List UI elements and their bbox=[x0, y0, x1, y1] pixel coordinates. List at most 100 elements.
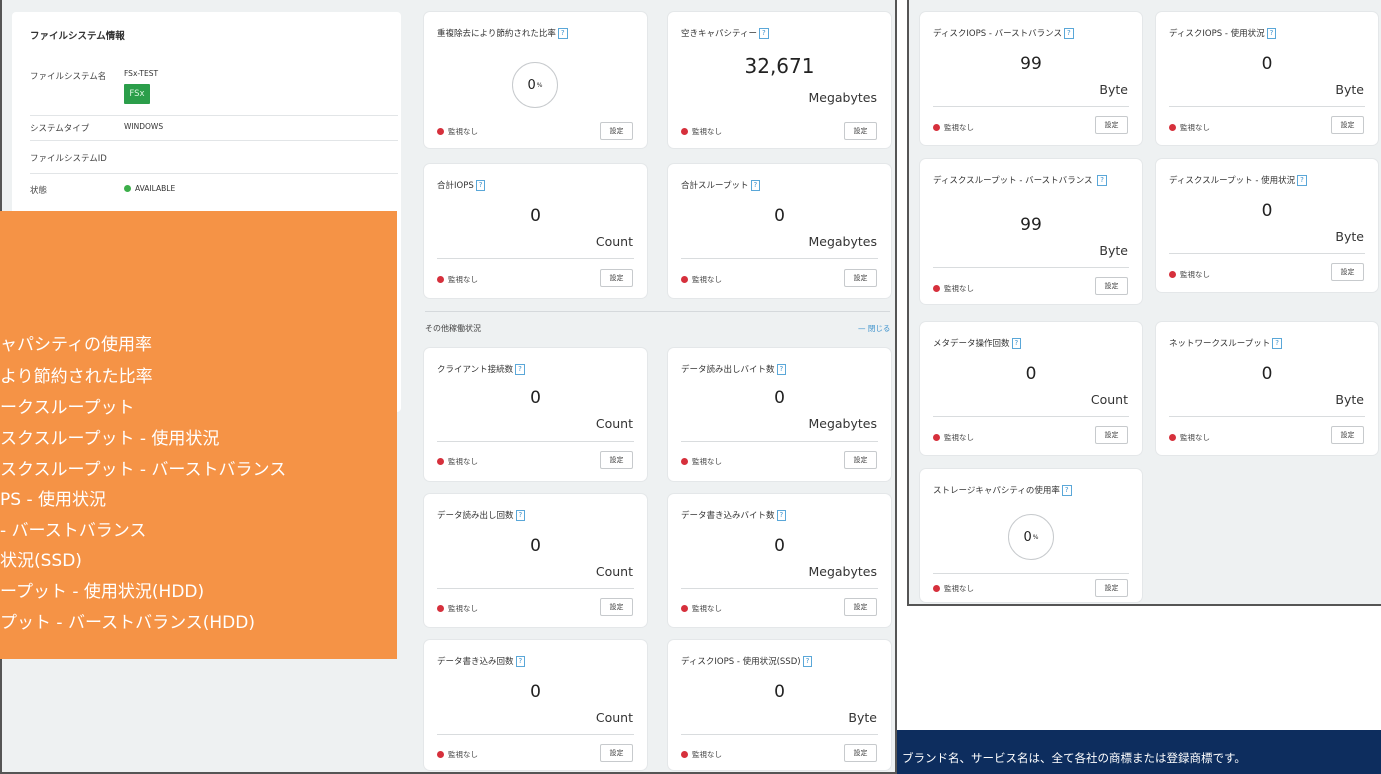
metric-card-dedup-ratio: 重複除去により節約された比率? 0% 監視なし 設定 bbox=[424, 12, 647, 148]
help-icon[interactable]: ? bbox=[1266, 28, 1277, 39]
overlay-item: スクスループット - バーストバランス bbox=[0, 460, 287, 480]
settings-button[interactable]: 設定 bbox=[1095, 426, 1128, 444]
overlay-item: PS - 使用状況 bbox=[0, 490, 106, 510]
help-icon[interactable]: ? bbox=[802, 656, 813, 667]
status-label: 監視なし bbox=[944, 123, 974, 132]
card-divider bbox=[1169, 253, 1365, 254]
monitor-status: 監視なし bbox=[681, 456, 722, 467]
overlay-item: ープット - 使用状況(HDD) bbox=[0, 582, 205, 602]
metric-unit: Count bbox=[595, 564, 633, 579]
unmonitored-status-icon bbox=[933, 285, 940, 292]
card-divider bbox=[437, 734, 634, 735]
monitor-status: 監視なし bbox=[933, 432, 974, 443]
unmonitored-status-icon bbox=[681, 128, 688, 135]
settings-button[interactable]: 設定 bbox=[1331, 116, 1364, 134]
metric-unit: Megabytes bbox=[808, 90, 877, 105]
settings-button[interactable]: 設定 bbox=[600, 269, 633, 287]
metric-card-metadata-operations: メタデータ操作回数? 0 Count 監視なし 設定 bbox=[920, 322, 1142, 455]
card-title: 重複除去により節約された比率 bbox=[437, 29, 556, 39]
fsx-logo-icon: FSx bbox=[124, 84, 150, 104]
info-label-fs-id: ファイルシステムID bbox=[30, 154, 107, 164]
metric-card-client-connections: クライアント接続数? 0 Count 監視なし 設定 bbox=[424, 348, 647, 481]
info-value-state: AVAILABLE bbox=[124, 184, 175, 193]
available-status-icon bbox=[124, 185, 131, 192]
metric-unit: Count bbox=[595, 416, 633, 431]
help-icon[interactable]: ? bbox=[515, 510, 526, 521]
settings-button[interactable]: 設定 bbox=[1331, 426, 1364, 444]
help-icon[interactable]: ? bbox=[1011, 338, 1022, 349]
metric-unit: Byte bbox=[1099, 82, 1128, 97]
overlay-item: 状況(SSD) bbox=[0, 551, 82, 571]
help-icon[interactable]: ? bbox=[776, 364, 787, 375]
settings-button[interactable]: 設定 bbox=[1095, 116, 1128, 134]
help-icon[interactable]: ? bbox=[759, 28, 769, 39]
settings-button[interactable]: 設定 bbox=[1095, 277, 1128, 295]
overlay-item: - バーストバランス bbox=[0, 521, 147, 541]
help-icon[interactable]: ? bbox=[1097, 175, 1107, 186]
unmonitored-status-icon bbox=[437, 751, 444, 758]
help-icon[interactable]: ? bbox=[515, 656, 526, 667]
settings-button[interactable]: 設定 bbox=[1095, 579, 1128, 597]
card-title: 合計IOPS bbox=[437, 181, 474, 191]
settings-button[interactable]: 設定 bbox=[844, 598, 877, 616]
help-icon[interactable]: ? bbox=[515, 364, 525, 375]
help-icon[interactable]: ? bbox=[475, 180, 486, 191]
settings-button[interactable]: 設定 bbox=[844, 122, 877, 140]
help-icon[interactable]: ? bbox=[1061, 485, 1072, 496]
settings-button[interactable]: 設定 bbox=[600, 598, 633, 616]
metric-value: 32,671 bbox=[744, 54, 815, 78]
monitor-status: 監視なし bbox=[437, 749, 478, 760]
metric-value: 0 bbox=[774, 206, 785, 226]
settings-button[interactable]: 設定 bbox=[1331, 263, 1364, 281]
settings-button[interactable]: 設定 bbox=[600, 744, 633, 762]
gauge-value: 0 bbox=[1023, 529, 1032, 545]
settings-button[interactable]: 設定 bbox=[600, 451, 633, 469]
collapse-toggle[interactable]: — 閉じる bbox=[858, 323, 890, 334]
metric-value: 0 bbox=[530, 536, 541, 556]
info-label-system-type: システムタイプ bbox=[30, 124, 90, 134]
card-title: ディスクIOPS - 使用状況 bbox=[1169, 29, 1265, 39]
monitor-status: 監視なし bbox=[437, 456, 478, 467]
unmonitored-status-icon bbox=[1169, 124, 1176, 131]
info-value-fs-name: FSx-TEST bbox=[124, 69, 159, 78]
card-title: 空きキャパシティー bbox=[681, 29, 757, 39]
settings-button[interactable]: 設定 bbox=[844, 451, 877, 469]
help-icon[interactable]: ? bbox=[776, 510, 787, 521]
monitor-status: 監視なし bbox=[437, 274, 478, 285]
status-label: 監視なし bbox=[944, 584, 974, 593]
help-icon[interactable]: ? bbox=[1297, 175, 1307, 186]
help-icon[interactable]: ? bbox=[1272, 338, 1282, 349]
unmonitored-status-icon bbox=[1169, 271, 1176, 278]
card-title: ストレージキャパシティの使用率 bbox=[933, 486, 1060, 496]
card-title: データ書き込みバイト数 bbox=[681, 511, 775, 521]
card-title: 合計スループット bbox=[681, 181, 749, 191]
help-icon[interactable]: ? bbox=[557, 28, 568, 39]
monitor-status: 監視なし bbox=[437, 126, 478, 137]
help-icon[interactable]: ? bbox=[750, 180, 761, 191]
metric-unit: Byte bbox=[1335, 82, 1364, 97]
secondary-dashboard-window: ディスクIOPS - バーストバランス? 99 Byte 監視なし 設定 ディス… bbox=[907, 0, 1381, 606]
metric-card-data-read-count: データ読み出し回数? 0 Count 監視なし 設定 bbox=[424, 494, 647, 627]
status-label: 監視なし bbox=[692, 750, 722, 759]
card-divider bbox=[681, 441, 878, 442]
unmonitored-status-icon bbox=[681, 605, 688, 612]
metric-value: 99 bbox=[1020, 54, 1042, 74]
help-icon[interactable]: ? bbox=[1064, 28, 1074, 39]
card-divider bbox=[437, 441, 634, 442]
monitor-status: 監視なし bbox=[1169, 269, 1210, 280]
info-panel-title: ファイルシステム情報 bbox=[30, 31, 125, 42]
status-label: 監視なし bbox=[448, 750, 478, 759]
metric-card-disk-throughput-usage: ディスクスループット - 使用状況? 0 Byte 監視なし 設定 bbox=[1156, 159, 1378, 292]
metric-value: 0 bbox=[530, 206, 541, 226]
metric-value: 0 bbox=[774, 388, 785, 408]
unmonitored-status-icon bbox=[933, 585, 940, 592]
card-title: データ書き込み回数 bbox=[437, 657, 514, 667]
settings-button[interactable]: 設定 bbox=[844, 744, 877, 762]
settings-button[interactable]: 設定 bbox=[844, 269, 877, 287]
metric-card-storage-capacity-usage: ストレージキャパシティの使用率? 0% 監視なし 設定 bbox=[920, 469, 1142, 602]
settings-button[interactable]: 設定 bbox=[600, 122, 633, 140]
monitor-status: 監視なし bbox=[933, 283, 974, 294]
unmonitored-status-icon bbox=[437, 458, 444, 465]
gauge-percent: % bbox=[1032, 533, 1039, 541]
unmonitored-status-icon bbox=[933, 124, 940, 131]
